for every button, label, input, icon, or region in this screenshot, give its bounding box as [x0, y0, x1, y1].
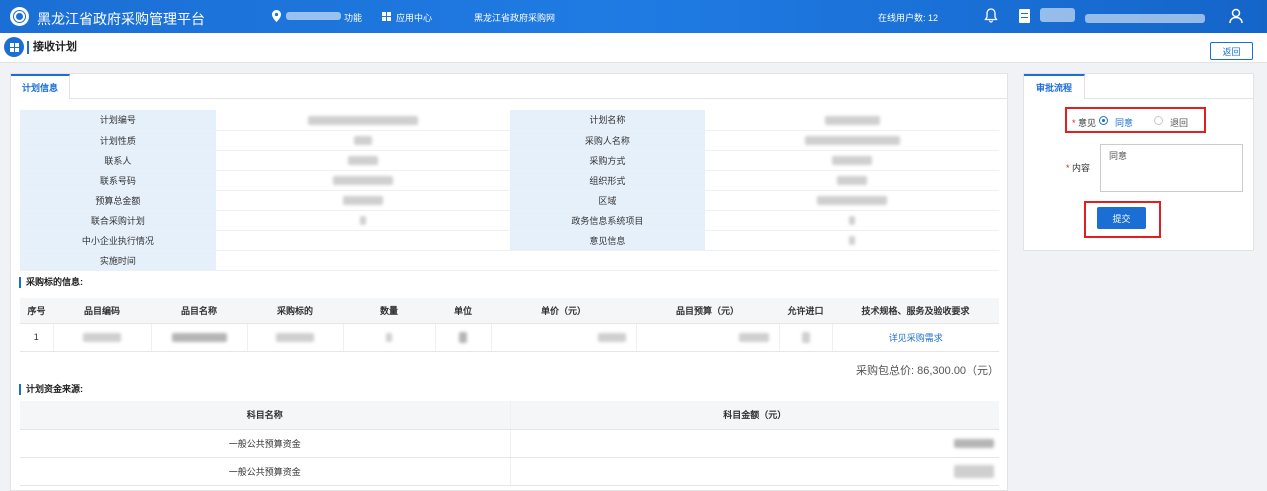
field-label: 区域 — [509, 190, 706, 211]
column-header: 品目编码 — [53, 298, 151, 324]
field-label: 联系号码 — [20, 170, 216, 191]
row-index: 1 — [20, 323, 54, 352]
field-label: 计划名称 — [509, 110, 706, 131]
field-label: 中小企业执行情况 — [20, 230, 216, 251]
field-label: 计划性质 — [20, 130, 216, 151]
approval-tabbar: 审批流程 — [1024, 74, 1253, 99]
field-label: 联系人 — [20, 150, 216, 171]
app-center-link[interactable]: 应用中心 — [396, 11, 432, 24]
column-header: 技术规格、服务及验收要求 — [832, 298, 999, 324]
location-pin-icon — [272, 10, 281, 22]
location-suffix[interactable]: 功能 — [344, 11, 362, 24]
field-label: 组织形式 — [509, 170, 706, 191]
platform-logo-icon — [10, 7, 29, 26]
field-label: 政务信息系统项目 — [509, 210, 706, 231]
table-row: 计划编号 计划名称 — [20, 110, 999, 131]
column-header: 数量 — [343, 298, 435, 324]
field-label: 联合采购计划 — [20, 210, 216, 231]
fund-name: 一般公共预算资金 — [20, 429, 511, 458]
plan-tabbar: 计划信息 — [11, 74, 1007, 99]
package-total-price: 采购包总价: 86,300.00（元） — [856, 365, 1000, 377]
back-button[interactable]: 返回 — [1210, 42, 1253, 60]
org-blurred — [1085, 14, 1205, 23]
column-header: 品目名称 — [151, 298, 247, 324]
radio-agree[interactable] — [1099, 116, 1108, 125]
column-header: 科目金额（元） — [510, 401, 999, 430]
plan-info-table: 计划编号 计划名称 计划性质 采购人名称 联系人 采购方式 联系号码 组织形式 … — [20, 110, 999, 271]
tab-plan-info[interactable]: 计划信息 — [11, 74, 71, 99]
opinion-label: * 意见 — [1072, 118, 1097, 128]
fund-section-title: 计划资金来源: — [19, 384, 83, 395]
table-header-row: 序号 品目编码 品目名称 采购标的 数量 单位 单价（元） 品目预算（元） 允许… — [20, 298, 999, 324]
column-header: 序号 — [20, 298, 53, 324]
tab-approval-flow[interactable]: 审批流程 — [1024, 74, 1086, 99]
plan-info-panel: 计划信息 计划编号 计划名称 计划性质 采购人名称 联系人 采购方式 联系号码 … — [10, 73, 1008, 491]
bell-icon[interactable] — [984, 8, 998, 23]
username-blurred — [1040, 8, 1075, 22]
gov-procurement-site-link[interactable]: 黑龙江省政府采购网 — [474, 11, 555, 24]
app-title: 黑龙江省政府采购管理平台 — [37, 11, 205, 27]
column-header: 单价（元） — [491, 298, 636, 324]
table-row: 一般公共预算资金 — [20, 429, 999, 458]
radio-agree-label[interactable]: 同意 — [1115, 116, 1133, 129]
table-row: 1 详见采购需求 — [20, 323, 999, 352]
detail-requirements-link[interactable]: 详见采购需求 — [832, 323, 999, 352]
column-header: 采购标的 — [247, 298, 343, 324]
column-header: 科目名称 — [20, 401, 511, 430]
table-row: 联系号码 组织形式 — [20, 170, 999, 191]
field-label: 采购人名称 — [509, 130, 706, 151]
app-center-icon — [382, 12, 391, 21]
fund-source-table: 科目名称 科目金额（元） 一般公共预算资金 一般公共预算资金 — [20, 401, 999, 486]
field-label: 实施时间 — [20, 250, 216, 271]
column-header: 品目预算（元） — [636, 298, 779, 324]
table-row: 一般公共预算资金 — [20, 457, 999, 486]
content-textarea[interactable]: 同意 — [1100, 144, 1243, 192]
fund-name: 一般公共预算资金 — [20, 457, 511, 486]
table-row: 计划性质 采购人名称 — [20, 130, 999, 151]
field-label: 计划编号 — [20, 110, 216, 131]
procurement-items-table: 序号 品目编码 品目名称 采购标的 数量 单位 单价（元） 品目预算（元） 允许… — [20, 298, 999, 352]
top-bar: 黑龙江省政府采购管理平台 功能 应用中心 黑龙江省政府采购网 在线用户数: 12 — [0, 0, 1267, 33]
radio-return[interactable] — [1154, 116, 1163, 125]
submit-button[interactable]: 提交 — [1097, 207, 1146, 229]
field-label: 预算总金额 — [20, 190, 216, 211]
content-label: * 内容 — [1066, 163, 1091, 173]
column-header: 允许进口 — [779, 298, 832, 324]
approval-panel: 审批流程 * 意见 同意 退回 * 内容 同意 提交 — [1023, 73, 1254, 251]
online-users-count: 在线用户数: 12 — [878, 13, 939, 23]
table-header-row: 科目名称 科目金额（元） — [20, 401, 999, 430]
table-row: 实施时间 — [20, 250, 999, 271]
table-row: 联系人 采购方式 — [20, 150, 999, 171]
items-section-title: 采购标的信息: — [19, 277, 83, 288]
field-label: 采购方式 — [509, 150, 706, 171]
field-label: 意见信息 — [509, 230, 706, 251]
menu-grid-icon[interactable] — [4, 37, 24, 57]
location-blurred — [286, 12, 341, 20]
document-icon[interactable] — [1019, 9, 1030, 23]
column-header: 单位 — [435, 298, 491, 324]
table-row: 中小企业执行情况 意见信息 — [20, 230, 999, 251]
table-row: 预算总金额 区域 — [20, 190, 999, 211]
radio-return-label[interactable]: 退回 — [1170, 116, 1188, 129]
page-header: 接收计划 返回 — [0, 33, 1267, 63]
user-icon[interactable] — [1229, 8, 1243, 24]
table-row: 联合采购计划 政务信息系统项目 — [20, 210, 999, 231]
page-title: 接收计划 — [27, 41, 77, 54]
